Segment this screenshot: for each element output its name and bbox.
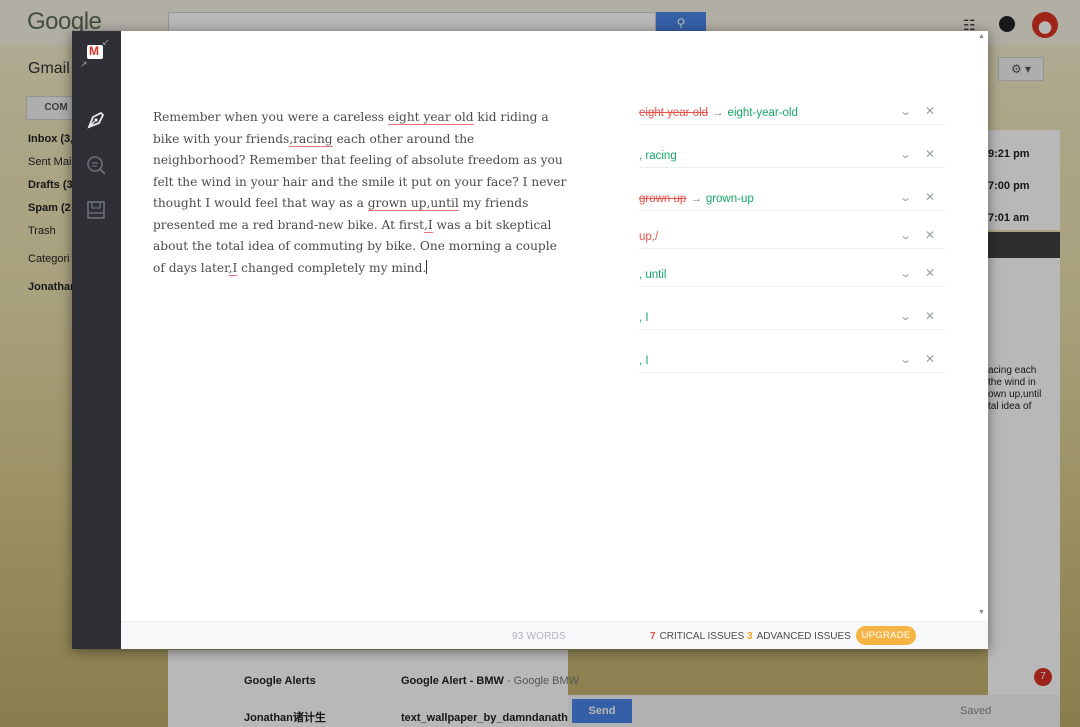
replacement-text: , I <box>639 312 649 324</box>
chevron-down-icon[interactable]: ⌄ <box>899 191 912 204</box>
chevron-down-icon[interactable]: ⌄ <box>899 353 912 366</box>
chevron-down-icon[interactable]: ⌄ <box>899 229 912 242</box>
chevron-down-icon[interactable]: ⌄ <box>899 310 912 323</box>
critical-label: CRITICAL ISSUES <box>659 631 745 642</box>
error-highlight[interactable]: grown up,until <box>367 196 459 211</box>
upgrade-button[interactable]: UPGRADE <box>856 626 916 645</box>
replacement-text: , racing <box>639 150 677 162</box>
close-icon[interactable]: ✕ <box>925 228 935 242</box>
suggestion-card[interactable]: , until ⌄ ✕ <box>639 263 945 287</box>
advanced-issues[interactable]: 3 ADVANCED ISSUES <box>747 631 851 642</box>
error-highlight[interactable]: ,I <box>423 217 433 233</box>
suggestion-text: , racing <box>639 150 677 162</box>
replacement-text: grown-up <box>705 193 754 205</box>
expand-icon[interactable]: ↗ <box>80 59 88 70</box>
scroll-down-arrow[interactable]: ▼ <box>978 609 985 616</box>
critical-issues[interactable]: 7 CRITICAL ISSUES <box>650 631 744 642</box>
word-count: 93 WORDS <box>512 631 566 642</box>
suggestion-card[interactable]: up,/ ⌄ ✕ <box>639 225 945 249</box>
arrow-icon: → <box>712 107 724 119</box>
advanced-label: ADVANCED ISSUES <box>756 631 851 642</box>
replacement-text: , until <box>639 269 667 281</box>
status-bar: 93 WORDS 7 CRITICAL ISSUES 3 ADVANCED ISSU… <box>121 621 988 649</box>
close-icon[interactable]: ✕ <box>925 309 935 323</box>
document-text[interactable]: Remember when you were a careless eight … <box>153 107 568 279</box>
error-highlight[interactable]: ,I <box>228 260 238 276</box>
grammarly-editor-modal: ↙ ↗ Remember when you were a careless ei… <box>72 31 988 649</box>
error-highlight[interactable]: ,racing <box>289 131 333 147</box>
collapse-icon[interactable]: ↙ <box>102 37 110 48</box>
error-highlight[interactable]: eight year old <box>387 110 474 125</box>
advanced-count: 3 <box>747 631 753 642</box>
chevron-down-icon[interactable]: ⌄ <box>899 267 912 280</box>
suggestion-card[interactable]: , I ⌄ ✕ <box>639 306 945 330</box>
editor-sidebar: ↙ ↗ <box>72 31 121 649</box>
chevron-down-icon[interactable]: ⌄ <box>899 105 912 118</box>
close-icon[interactable]: ✕ <box>925 190 935 204</box>
scroll-up-arrow[interactable]: ▲ <box>978 33 985 40</box>
removed-text: eight year old <box>639 107 709 119</box>
replacement-text: , I <box>639 355 649 367</box>
gmail-icon[interactable] <box>87 44 103 59</box>
save-icon[interactable] <box>85 199 107 221</box>
suggestion-text: eight year old → eight-year-old <box>639 107 798 119</box>
text-segment: changed completely my mind. <box>237 260 427 275</box>
replacement-text: eight-year-old <box>727 107 798 119</box>
close-icon[interactable]: ✕ <box>925 104 935 118</box>
suggestion-card[interactable]: , I ⌄ ✕ <box>639 349 945 373</box>
text-segment: Remember when you were a careless <box>153 110 388 124</box>
removed-text: grown up <box>639 193 687 205</box>
suggestion-text: grown up → grown-up <box>639 193 754 205</box>
pen-nib-icon[interactable] <box>85 109 107 131</box>
suggestion-text: , until <box>639 269 667 281</box>
suggestion-text: , I <box>639 312 649 324</box>
close-icon[interactable]: ✕ <box>925 266 935 280</box>
suggestion-text: , I <box>639 355 649 367</box>
chevron-down-icon[interactable]: ⌄ <box>899 148 912 161</box>
search-icon[interactable] <box>85 154 107 176</box>
suggestion-card[interactable]: , racing ⌄ ✕ <box>639 144 945 168</box>
suggestion-card[interactable]: eight year old → eight-year-old ⌄ ✕ <box>639 101 945 125</box>
text-cursor <box>426 259 428 274</box>
suggestion-card[interactable]: grown up → grown-up ⌄ ✕ <box>639 187 945 211</box>
critical-count: 7 <box>650 631 656 642</box>
arrow-icon: → <box>690 193 702 205</box>
suggestion-text: up,/ <box>639 231 658 243</box>
flagged-text: up,/ <box>639 231 659 243</box>
close-icon[interactable]: ✕ <box>925 352 935 366</box>
close-icon[interactable]: ✕ <box>925 147 935 161</box>
